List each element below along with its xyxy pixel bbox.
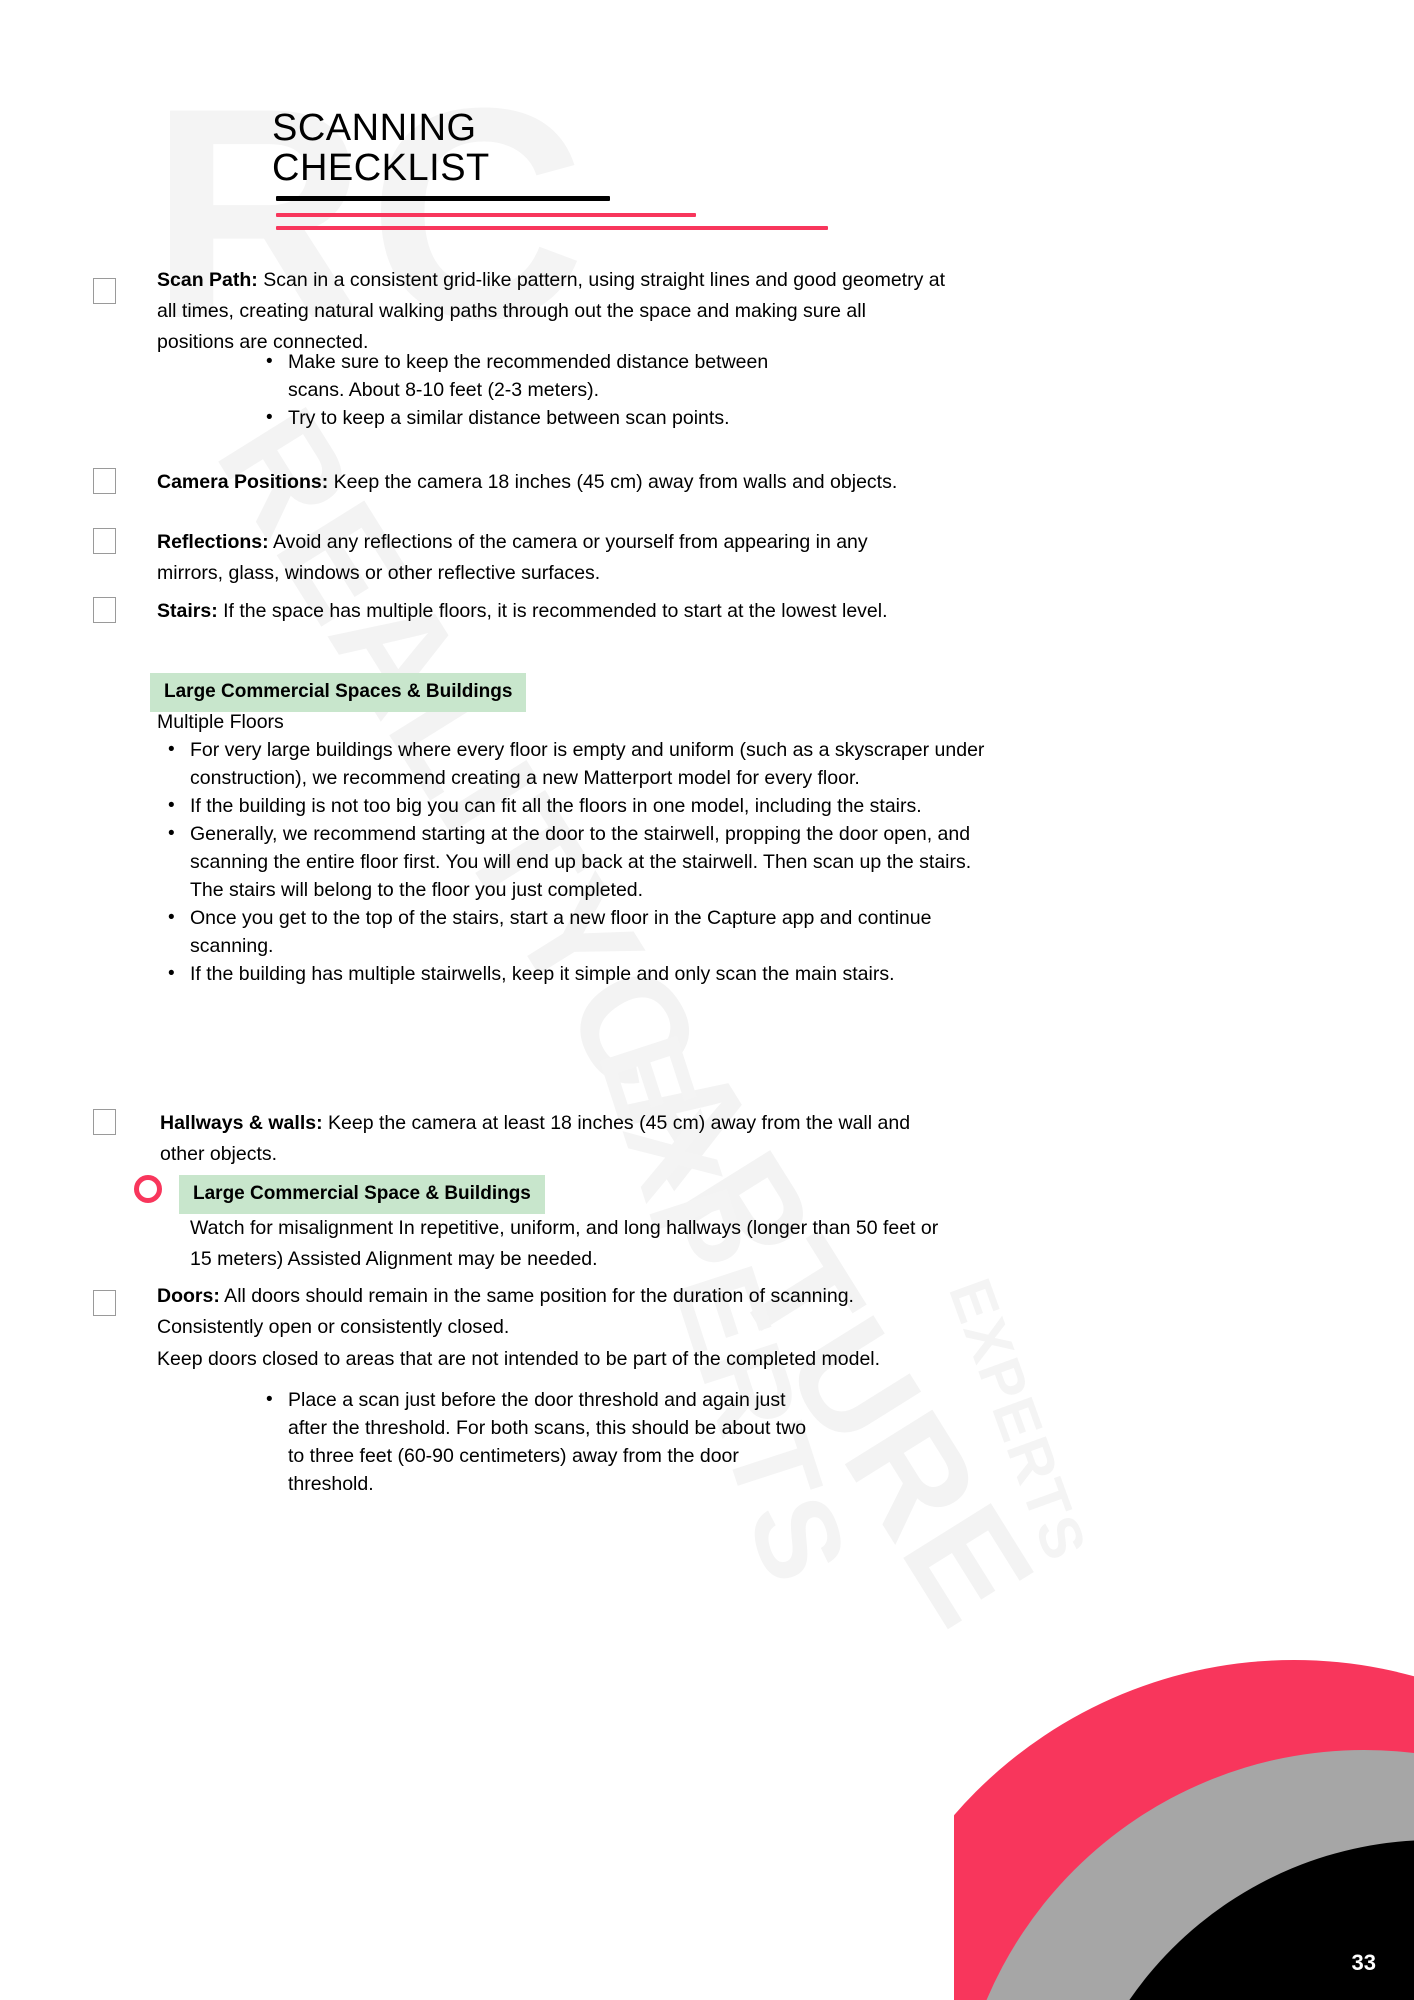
watermark-experts-text-small: EXPERTS — [936, 1270, 1100, 1570]
checkbox-doors[interactable] — [93, 1290, 116, 1316]
title-rule-pink-long — [276, 226, 828, 230]
checklist-item-doors: Doors: All doors should remain in the sa… — [157, 1281, 957, 1343]
callout-heading-text: Large Commercial Space & Buildings — [193, 1183, 531, 1204]
checkbox-camera-positions[interactable] — [93, 468, 116, 494]
corner-swoosh-pink — [954, 1660, 1414, 2000]
checklist-item-stairs: Stairs: If the space has multiple floors… — [157, 596, 957, 627]
checklist-item-reflections: Reflections: Avoid any reflections of th… — [157, 527, 917, 589]
checkbox-scan-path[interactable] — [93, 278, 116, 304]
large-commercial-spaces-bullets: For very large buildings where every flo… — [164, 736, 990, 988]
title-rule-black — [276, 196, 610, 201]
checklist-item-hallways-walls: Hallways & walls: Keep the camera at lea… — [160, 1108, 950, 1170]
list-item: Make sure to keep the recommended distan… — [266, 348, 808, 404]
checklist-item-doors-extra-line: Keep doors closed to areas that are not … — [157, 1348, 881, 1370]
checklist-item-label: Reflections — [157, 531, 263, 553]
ring-marker-icon[interactable] — [134, 1175, 162, 1203]
list-item: Try to keep a similar distance between s… — [266, 404, 808, 432]
callout-paragraph-assisted-alignment: Watch for misalignment In repetitive, un… — [190, 1217, 939, 1270]
list-item: Once you get to the top of the stairs, s… — [168, 904, 990, 960]
corner-decoration — [954, 1580, 1414, 2000]
page-title: SCANNING CHECKLIST — [272, 108, 490, 188]
callout-heading-text: Large Commercial Spaces & Buildings — [164, 681, 513, 702]
scan-path-bullets: Make sure to keep the recommended distan… — [262, 348, 808, 432]
checkbox-stairs[interactable] — [93, 597, 116, 623]
list-item: For very large buildings where every flo… — [168, 736, 990, 792]
checkbox-hallways-walls[interactable] — [93, 1109, 116, 1135]
title-rule-pink-short — [276, 213, 696, 217]
page-number: 33 — [1351, 1950, 1376, 1975]
doors-bullets: Place a scan just before the door thresh… — [262, 1386, 818, 1498]
list-item: If the building has multiple stairwells,… — [168, 960, 990, 988]
checklist-item-body: All doors should remain in the same posi… — [157, 1285, 854, 1338]
page-title-line-2: CHECKLIST — [272, 147, 490, 189]
checklist-item-body: Keep the camera 18 inches (45 cm) away f… — [328, 471, 898, 493]
list-item: Place a scan just before the door thresh… — [266, 1386, 818, 1498]
callout-heading-large-commercial-space: Large Commercial Space & Buildings — [179, 1175, 545, 1214]
page-title-line-1: SCANNING — [272, 107, 477, 149]
checklist-item-label: Camera Positions — [157, 471, 322, 493]
checklist-item-scan-path: Scan Path: Scan in a consistent grid-lik… — [157, 265, 947, 358]
checklist-item-camera-positions: Camera Positions: Keep the camera 18 inc… — [157, 467, 957, 498]
corner-swoosh-gray — [954, 1750, 1414, 2000]
document-page: RC REALITYCAPTURE EXPERTS EXPERTS SCANNI… — [0, 0, 1414, 2000]
checklist-item-body: If the space has multiple floors, it is … — [217, 600, 888, 622]
list-item: Generally, we recommend starting at the … — [168, 820, 990, 904]
checklist-item-label: Scan Path — [157, 269, 252, 291]
checklist-item-label: Hallways & walls — [160, 1112, 317, 1134]
list-item: If the building is not too big you can f… — [168, 792, 990, 820]
callout-subheading-multiple-floors: Multiple Floors — [157, 711, 284, 733]
checkbox-reflections[interactable] — [93, 528, 116, 554]
corner-swoosh-black — [1064, 1840, 1414, 2000]
checklist-item-label: Stairs: — [157, 600, 218, 622]
checklist-item-label: Doors: — [157, 1285, 220, 1307]
checklist-item-body: Scan in a consistent grid-like pattern, … — [157, 269, 946, 353]
